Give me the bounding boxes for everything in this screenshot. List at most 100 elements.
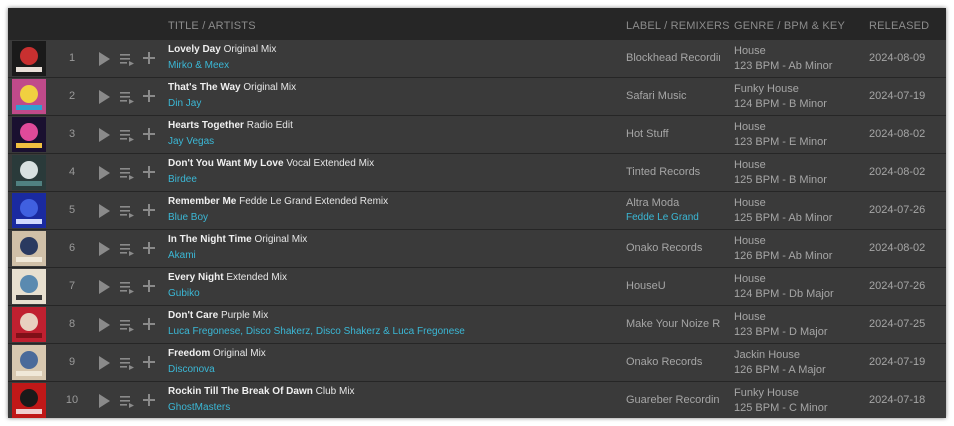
track-row[interactable]: 10 Rockin Till The Break Of Dawn Club Mix… (8, 382, 946, 418)
track-row[interactable]: 4 Don't You Want My Love Vocal Extended M… (8, 154, 946, 192)
add-to-queue-icon[interactable] (119, 165, 135, 181)
track-artists[interactable]: Akami (168, 250, 196, 261)
play-icon[interactable] (97, 317, 111, 333)
add-to-playlist-icon[interactable] (142, 127, 156, 141)
play-icon[interactable] (97, 393, 111, 409)
cover-art[interactable] (12, 155, 46, 190)
track-label[interactable]: Onako Records (626, 242, 720, 254)
add-to-queue-icon[interactable] (119, 89, 135, 105)
track-genre[interactable]: House (734, 273, 766, 285)
add-to-playlist-icon[interactable] (142, 279, 156, 293)
track-genre[interactable]: Funky House (734, 83, 799, 95)
cover-art[interactable] (12, 117, 46, 152)
cover-art[interactable] (12, 79, 46, 114)
track-label[interactable]: Make Your Noize Records (626, 318, 720, 330)
add-to-queue-icon[interactable] (119, 51, 135, 67)
track-remixer[interactable]: Fedde Le Grand (626, 212, 699, 223)
track-number: 10 (65, 394, 79, 406)
cover-art[interactable] (12, 193, 46, 228)
track-label[interactable]: Hot Stuff (626, 128, 720, 140)
add-to-playlist-icon[interactable] (142, 165, 156, 179)
header-genre-bpm-key[interactable]: GENRE / BPM & KEY (734, 20, 845, 32)
play-icon[interactable] (97, 127, 111, 143)
track-title[interactable]: In The Night Time Original Mix (168, 234, 307, 245)
track-title[interactable]: Hearts Together Radio Edit (168, 120, 293, 131)
track-bpm-key: 123 BPM - Ab Minor (734, 60, 833, 72)
add-to-queue-icon[interactable] (119, 355, 135, 371)
cover-art[interactable] (12, 383, 46, 418)
track-title[interactable]: Remember Me Fedde Le Grand Extended Remi… (168, 196, 388, 207)
track-title[interactable]: Rockin Till The Break Of Dawn Club Mix (168, 386, 355, 397)
play-icon[interactable] (97, 165, 111, 181)
track-label[interactable]: Blockhead Recordings (626, 52, 720, 64)
add-to-playlist-icon[interactable] (142, 317, 156, 331)
track-artists[interactable]: Jay Vegas (168, 136, 214, 147)
track-label[interactable]: Guareber Recordings (626, 394, 720, 406)
header-title-artists[interactable]: TITLE / ARTISTS (168, 20, 256, 32)
play-icon[interactable] (97, 89, 111, 105)
track-title[interactable]: Every Night Extended Mix (168, 272, 287, 283)
track-row[interactable]: 6 In The Night Time Original Mix Akami Onak… (8, 230, 946, 268)
track-genre[interactable]: House (734, 311, 766, 323)
play-icon[interactable] (97, 355, 111, 371)
track-row[interactable]: 2 That's The Way Original Mix Din Jay Safar… (8, 78, 946, 116)
play-icon[interactable] (97, 51, 111, 67)
track-artists[interactable]: Disconova (168, 364, 215, 375)
track-genre[interactable]: House (734, 121, 766, 133)
track-label[interactable]: Tinted Records (626, 166, 720, 178)
add-to-queue-icon[interactable] (119, 279, 135, 295)
header-released[interactable]: RELEASED (869, 20, 929, 32)
track-title[interactable]: Don't Care Purple Mix (168, 310, 268, 321)
add-to-queue-icon[interactable] (119, 241, 135, 257)
track-row[interactable]: 5 Remember Me Fedde Le Grand Extended Rem… (8, 192, 946, 230)
cover-art[interactable] (12, 41, 46, 76)
header-label-remixers[interactable]: LABEL / REMIXERS (626, 20, 730, 32)
track-artists[interactable]: Blue Boy (168, 212, 208, 223)
add-to-queue-icon[interactable] (119, 203, 135, 219)
add-to-queue-icon[interactable] (119, 393, 135, 409)
track-number: 2 (68, 90, 76, 102)
add-to-playlist-icon[interactable] (142, 89, 156, 103)
track-row[interactable]: 8 Don't Care Purple Mix Luca Fregonese, Di… (8, 306, 946, 344)
track-mix: Original Mix (243, 82, 297, 93)
track-artists[interactable]: Mirko & Meex (168, 60, 229, 71)
add-to-playlist-icon[interactable] (142, 51, 156, 65)
cover-art[interactable] (12, 269, 46, 304)
cover-art[interactable] (12, 231, 46, 266)
track-genre[interactable]: Jackin House (734, 349, 800, 361)
track-artists[interactable]: Gubiko (168, 288, 200, 299)
track-genre[interactable]: House (734, 159, 766, 171)
add-to-playlist-icon[interactable] (142, 203, 156, 217)
track-artists[interactable]: Luca Fregonese, Disco Shakerz, Disco Sha… (168, 326, 465, 337)
add-to-queue-icon[interactable] (119, 317, 135, 333)
play-icon[interactable] (97, 279, 111, 295)
add-to-playlist-icon[interactable] (142, 241, 156, 255)
track-title[interactable]: Lovely Day Original Mix (168, 44, 276, 55)
track-label[interactable]: Safari Music (626, 90, 720, 102)
play-icon[interactable] (97, 203, 111, 219)
track-row[interactable]: 3 Hearts Together Radio Edit Jay Vegas Hot … (8, 116, 946, 154)
track-label[interactable]: Onako Records (626, 356, 720, 368)
track-title[interactable]: Don't You Want My Love Vocal Extended Mi… (168, 158, 374, 169)
track-genre[interactable]: House (734, 197, 766, 209)
cover-art[interactable] (12, 345, 46, 380)
track-genre[interactable]: Funky House (734, 387, 799, 399)
add-to-queue-icon[interactable] (119, 127, 135, 143)
add-to-playlist-icon[interactable] (142, 355, 156, 369)
track-title[interactable]: That's The Way Original Mix (168, 82, 296, 93)
track-row[interactable]: 1 Lovely Day Original Mix Mirko & Meex Bloc… (8, 40, 946, 78)
track-name: Remember Me (168, 196, 237, 207)
add-to-playlist-icon[interactable] (142, 393, 156, 407)
track-genre[interactable]: House (734, 45, 766, 57)
track-artists[interactable]: Din Jay (168, 98, 201, 109)
track-artists[interactable]: GhostMasters (168, 402, 230, 413)
track-genre[interactable]: House (734, 235, 766, 247)
cover-art[interactable] (12, 307, 46, 342)
track-row[interactable]: 7 Every Night Extended Mix Gubiko HouseU Hou… (8, 268, 946, 306)
track-artists[interactable]: Birdee (168, 174, 197, 185)
track-label[interactable]: Altra Moda (626, 197, 720, 209)
track-title[interactable]: Freedom Original Mix (168, 348, 266, 359)
play-icon[interactable] (97, 241, 111, 257)
track-row[interactable]: 9 Freedom Original Mix Disconova Onako Reco… (8, 344, 946, 382)
track-label[interactable]: HouseU (626, 280, 720, 292)
